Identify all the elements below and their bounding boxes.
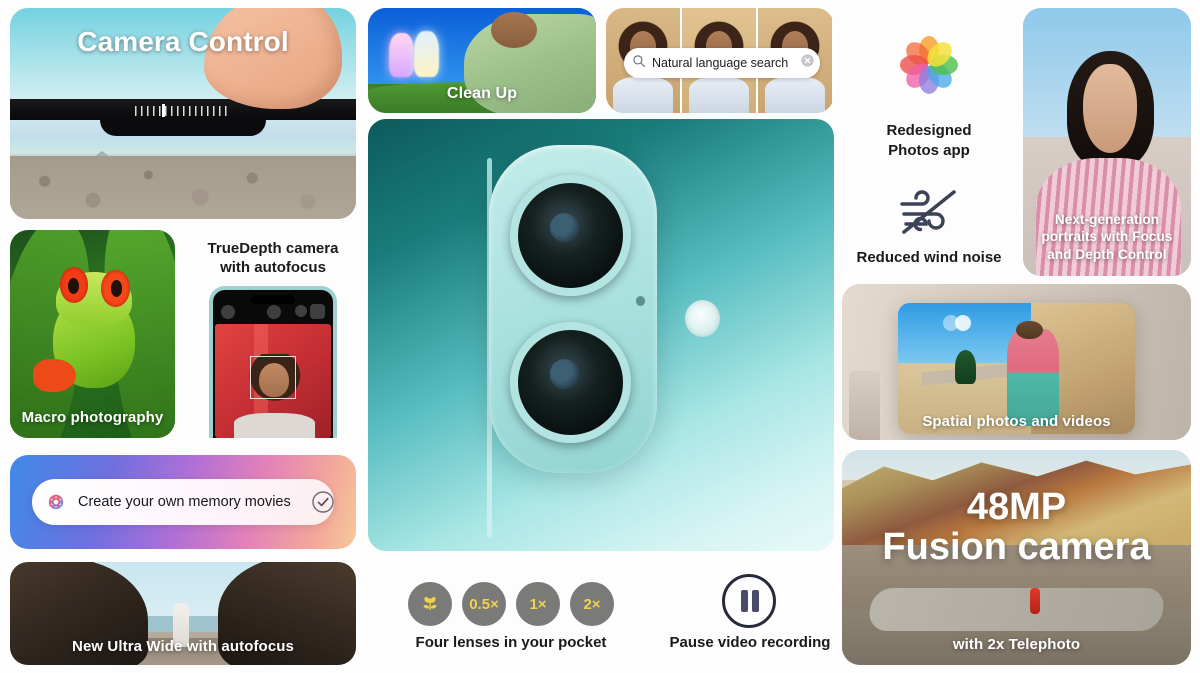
- wind-noise-label: Reduced wind noise: [856, 249, 1002, 266]
- macro-caption: Macro photography: [21, 409, 164, 426]
- ultra-wide-caption: New Ultra Wide with autofocus: [72, 638, 294, 655]
- truedepth-phone-mockup[interactable]: [209, 286, 337, 438]
- photos-app-label-line2: Photos app: [888, 141, 970, 159]
- pause-video-caption: Pause video recording: [669, 634, 831, 651]
- path: [866, 587, 1167, 631]
- spatial-caption: Spatial photos and videos: [922, 413, 1111, 430]
- dynamic-island: [251, 295, 295, 304]
- pause-icon: [752, 590, 759, 612]
- lens-element: [549, 212, 580, 242]
- check-circle-icon[interactable]: [311, 490, 335, 514]
- lens-pill-group: 0.5× 1× 2×: [408, 578, 614, 630]
- fusion-title-line2: Fusion camera: [882, 526, 1151, 568]
- zoom-1x-button[interactable]: 1×: [516, 582, 560, 626]
- gravel-foreground: [10, 155, 356, 219]
- macro-photography-card[interactable]: Macro photography: [10, 230, 175, 438]
- camera-lens-ultrawide: [510, 322, 632, 443]
- frog-pupil-right: [110, 279, 123, 297]
- product-feature-collage: Camera Control Macro photography TrueDep…: [0, 0, 1200, 673]
- clear-circle-icon[interactable]: [800, 53, 815, 73]
- zoom-2x-button[interactable]: 2×: [570, 582, 614, 626]
- natural-language-search-card[interactable]: Natural language search: [606, 8, 834, 113]
- search-input[interactable]: Natural language search: [624, 48, 820, 78]
- subject-head: [1016, 321, 1043, 340]
- search-text: Natural language search: [652, 56, 789, 70]
- capture-mode-icon[interactable]: [309, 304, 325, 319]
- flash-led: [684, 300, 720, 338]
- fusion-subtitle: with 2x Telephoto: [952, 636, 1081, 653]
- finger-illustration: [203, 8, 343, 110]
- subject-face: [1083, 64, 1138, 153]
- photos-app-label-line1: Redesigned: [886, 122, 972, 139]
- phone-notch: [99, 116, 267, 136]
- camera-control-card[interactable]: Camera Control: [10, 8, 356, 219]
- portraits-caption-line1: Next-generation: [1054, 211, 1160, 227]
- lens-element: [549, 359, 580, 389]
- frog-foot: [33, 358, 76, 393]
- cypress-tree: [954, 349, 977, 384]
- clean-up-card[interactable]: Clean Up: [368, 8, 596, 113]
- truedepth-label-line2: with autofocus: [220, 258, 326, 276]
- removed-person-ghost: [388, 33, 414, 78]
- memory-movies-input[interactable]: Create your own memory movies: [32, 479, 334, 525]
- immersive-icon[interactable]: [954, 314, 971, 331]
- slider-knob[interactable]: [162, 104, 166, 117]
- ultra-wide-card[interactable]: New Ultra Wide with autofocus: [10, 562, 356, 665]
- macro-flower-icon[interactable]: [408, 582, 452, 626]
- siri-sparkle-icon: [44, 490, 68, 514]
- pause-icon: [741, 590, 748, 612]
- face-focus-box: [249, 355, 297, 400]
- live-photo-icon[interactable]: [294, 305, 307, 317]
- four-lenses-caption: Four lenses in your pocket: [415, 634, 607, 651]
- wind-noise-off-icon: [896, 188, 962, 240]
- camera-control-slider[interactable]: [134, 106, 232, 117]
- portraits-caption: Next-generation portraits with Focus and…: [1023, 211, 1191, 264]
- photos-app-icon[interactable]: [892, 28, 966, 102]
- truedepth-label: TrueDepth camera with autofocus: [180, 240, 366, 278]
- subject-shirt: [233, 412, 315, 438]
- subject-body: [689, 77, 749, 113]
- camera-control-title: Camera Control: [77, 26, 289, 57]
- photos-app-label: Redesigned Photos app: [862, 121, 996, 160]
- iphone-camera-module-card[interactable]: [368, 119, 834, 551]
- spatial-photos-card[interactable]: Spatial photos and videos: [842, 284, 1191, 440]
- subject-head: [491, 12, 537, 48]
- camera-lens-wide: [510, 175, 632, 297]
- truedepth-label-line1: TrueDepth camera: [207, 240, 339, 257]
- subject-figure: [1006, 328, 1060, 426]
- microphone-hole: [635, 296, 646, 306]
- person-in-red: [1030, 587, 1041, 614]
- clean-up-caption: Clean Up: [446, 85, 518, 102]
- memory-movies-text: Create your own memory movies: [78, 494, 291, 510]
- fusion-camera-card[interactable]: 48MP Fusion camera with 2x Telephoto: [842, 450, 1191, 665]
- camera-viewfinder: [215, 324, 331, 438]
- fusion-title-line1: 48MP: [966, 486, 1067, 528]
- pause-ring: [722, 574, 776, 628]
- search-icon: [632, 54, 646, 73]
- portraits-caption-line2: portraits with Focus: [1041, 229, 1173, 245]
- removed-person-ghost: [413, 31, 439, 78]
- subject-body: [613, 77, 673, 113]
- pause-video-button[interactable]: [722, 574, 776, 628]
- subject-body: [765, 77, 825, 113]
- zoom-0-5x-button[interactable]: 0.5×: [462, 582, 506, 626]
- flash-icon[interactable]: [221, 305, 236, 319]
- chevron-icon[interactable]: [267, 305, 281, 319]
- portraits-caption-line3: and Depth Control: [1047, 247, 1167, 263]
- portraits-card[interactable]: Next-generation portraits with Focus and…: [1023, 8, 1191, 276]
- memory-movies-card[interactable]: Create your own memory movies: [10, 455, 356, 549]
